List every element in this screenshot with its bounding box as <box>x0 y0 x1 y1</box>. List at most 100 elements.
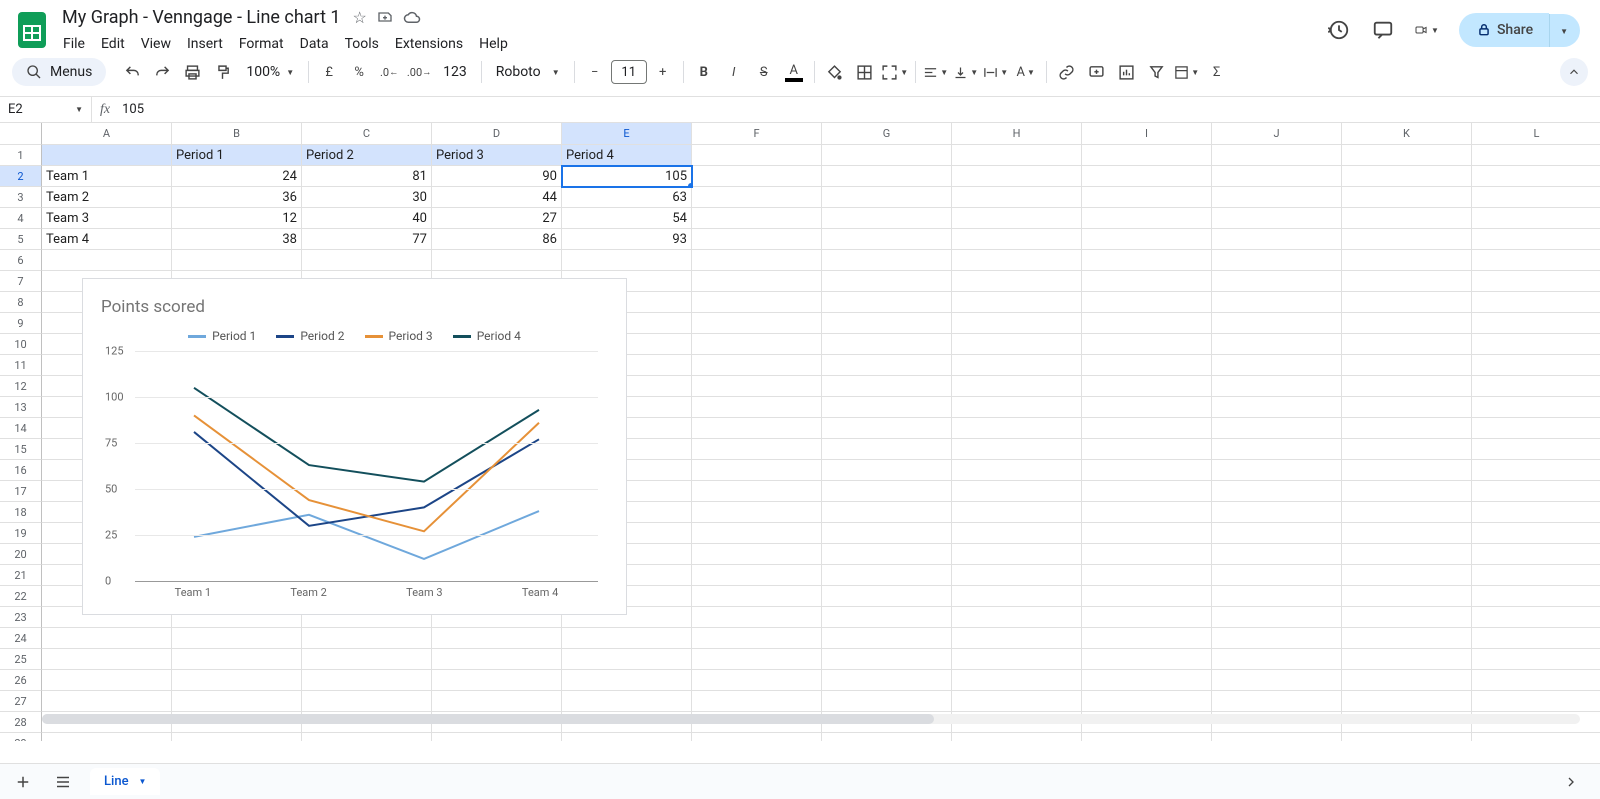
cell-B4[interactable]: 12 <box>172 208 302 229</box>
cell-I13[interactable] <box>1082 397 1212 418</box>
cell-K8[interactable] <box>1342 292 1472 313</box>
menu-data[interactable]: Data <box>293 32 336 56</box>
borders-button[interactable] <box>851 58 879 86</box>
cell-F27[interactable] <box>692 691 822 712</box>
col-head-H[interactable]: H <box>952 123 1082 145</box>
cell-I15[interactable] <box>1082 439 1212 460</box>
cell-H3[interactable] <box>952 187 1082 208</box>
cell-I27[interactable] <box>1082 691 1212 712</box>
cell-H29[interactable] <box>952 733 1082 741</box>
row-head-10[interactable]: 10 <box>0 334 42 355</box>
cell-F3[interactable] <box>692 187 822 208</box>
cell-G10[interactable] <box>822 334 952 355</box>
cell-D5[interactable]: 86 <box>432 229 562 250</box>
cell-I19[interactable] <box>1082 523 1212 544</box>
cell-K18[interactable] <box>1342 502 1472 523</box>
increase-decimal-button[interactable]: .00→ <box>405 58 433 86</box>
all-sheets-button[interactable] <box>50 769 76 795</box>
cell-L17[interactable] <box>1472 481 1600 502</box>
cell-J2[interactable] <box>1212 166 1342 187</box>
cell-L24[interactable] <box>1472 628 1600 649</box>
menu-edit[interactable]: Edit <box>94 32 132 56</box>
cell-J9[interactable] <box>1212 313 1342 334</box>
cell-I26[interactable] <box>1082 670 1212 691</box>
cell-C25[interactable] <box>302 649 432 670</box>
cell-J16[interactable] <box>1212 460 1342 481</box>
cell-K24[interactable] <box>1342 628 1472 649</box>
cell-A29[interactable] <box>42 733 172 741</box>
decrease-decimal-button[interactable]: .0← <box>375 58 403 86</box>
cell-K19[interactable] <box>1342 523 1472 544</box>
cell-I7[interactable] <box>1082 271 1212 292</box>
cell-D29[interactable] <box>432 733 562 741</box>
cell-J22[interactable] <box>1212 586 1342 607</box>
font-dropdown[interactable]: Roboto▼ <box>488 58 568 86</box>
cell-G24[interactable] <box>822 628 952 649</box>
cell-I24[interactable] <box>1082 628 1212 649</box>
cell-E5[interactable]: 93 <box>562 229 692 250</box>
cell-A24[interactable] <box>42 628 172 649</box>
cell-G12[interactable] <box>822 376 952 397</box>
cell-H23[interactable] <box>952 607 1082 628</box>
cell-H19[interactable] <box>952 523 1082 544</box>
cell-C1[interactable]: Period 2 <box>302 145 432 166</box>
cell-F11[interactable] <box>692 355 822 376</box>
cell-L22[interactable] <box>1472 586 1600 607</box>
cell-I8[interactable] <box>1082 292 1212 313</box>
cell-I18[interactable] <box>1082 502 1212 523</box>
cell-B3[interactable]: 36 <box>172 187 302 208</box>
cell-F17[interactable] <box>692 481 822 502</box>
cell-I12[interactable] <box>1082 376 1212 397</box>
row-head-1[interactable]: 1 <box>0 145 42 166</box>
cell-I17[interactable] <box>1082 481 1212 502</box>
cell-H16[interactable] <box>952 460 1082 481</box>
cell-K29[interactable] <box>1342 733 1472 741</box>
cell-F8[interactable] <box>692 292 822 313</box>
row-head-7[interactable]: 7 <box>0 271 42 292</box>
cell-F5[interactable] <box>692 229 822 250</box>
cell-L16[interactable] <box>1472 460 1600 481</box>
font-size-decrease[interactable]: − <box>581 58 609 86</box>
cell-L26[interactable] <box>1472 670 1600 691</box>
cell-F23[interactable] <box>692 607 822 628</box>
cell-F7[interactable] <box>692 271 822 292</box>
comment-add-button[interactable] <box>1083 58 1111 86</box>
meet-icon[interactable]: ▼ <box>1415 18 1439 42</box>
cell-B25[interactable] <box>172 649 302 670</box>
bold-button[interactable]: B <box>690 58 718 86</box>
cell-K2[interactable] <box>1342 166 1472 187</box>
cell-G17[interactable] <box>822 481 952 502</box>
cell-A6[interactable] <box>42 250 172 271</box>
cell-L9[interactable] <box>1472 313 1600 334</box>
cell-K17[interactable] <box>1342 481 1472 502</box>
cell-I1[interactable] <box>1082 145 1212 166</box>
italic-button[interactable]: I <box>720 58 748 86</box>
cell-L11[interactable] <box>1472 355 1600 376</box>
cell-J5[interactable] <box>1212 229 1342 250</box>
cell-I14[interactable] <box>1082 418 1212 439</box>
cell-L25[interactable] <box>1472 649 1600 670</box>
col-head-E[interactable]: E <box>562 123 692 145</box>
v-align-button[interactable]: ▼ <box>952 58 980 86</box>
cell-G15[interactable] <box>822 439 952 460</box>
cell-L8[interactable] <box>1472 292 1600 313</box>
cell-K22[interactable] <box>1342 586 1472 607</box>
row-head-6[interactable]: 6 <box>0 250 42 271</box>
cell-F25[interactable] <box>692 649 822 670</box>
cell-J3[interactable] <box>1212 187 1342 208</box>
print-button[interactable] <box>178 58 206 86</box>
cell-D4[interactable]: 27 <box>432 208 562 229</box>
cell-J29[interactable] <box>1212 733 1342 741</box>
cell-C4[interactable]: 40 <box>302 208 432 229</box>
percent-button[interactable]: % <box>345 58 373 86</box>
cell-K6[interactable] <box>1342 250 1472 271</box>
cell-G14[interactable] <box>822 418 952 439</box>
cell-D27[interactable] <box>432 691 562 712</box>
cell-E1[interactable]: Period 4 <box>562 145 692 166</box>
row-head-15[interactable]: 15 <box>0 439 42 460</box>
menu-view[interactable]: View <box>134 32 178 56</box>
cell-F22[interactable] <box>692 586 822 607</box>
cell-L3[interactable] <box>1472 187 1600 208</box>
horizontal-scrollbar[interactable] <box>42 713 1580 725</box>
cell-F2[interactable] <box>692 166 822 187</box>
